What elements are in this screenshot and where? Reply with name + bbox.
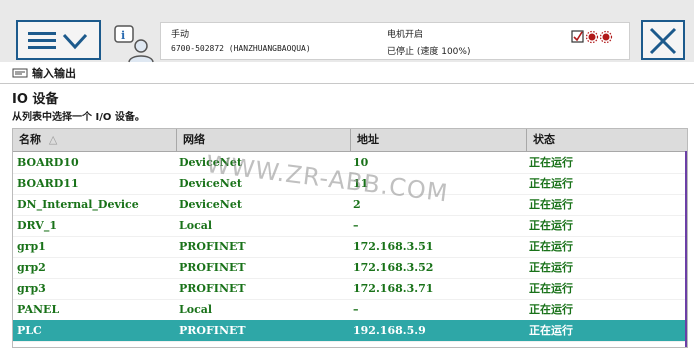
address-cell: 10 (353, 156, 369, 169)
address-cell: 11 (353, 177, 369, 190)
status-panel[interactable]: 手动 6700-502872 (HANZHUANGBAOQUA) 电机开启 已停… (160, 22, 630, 60)
hamburger-chevron-icon (28, 32, 88, 50)
column-header-network[interactable]: 网络 (177, 129, 351, 151)
network-cell: Local (179, 219, 213, 232)
status-cell: 正在运行 (529, 177, 573, 190)
table-row[interactable]: PANEL Local – 正在运行 (13, 299, 685, 321)
io-window-icon (12, 68, 28, 78)
address-cell: – (353, 303, 359, 316)
status-cell: 正在运行 (529, 219, 573, 232)
column-header-status[interactable]: 状态 (527, 129, 687, 151)
device-name-cell: PANEL (17, 303, 60, 316)
device-name-cell: DN_Internal_Device (17, 198, 139, 211)
address-cell: 192.168.5.9 (353, 324, 426, 337)
table-row[interactable]: DN_Internal_Device DeviceNet 2 正在运行 (13, 194, 685, 216)
network-cell: PROFINET (179, 261, 246, 274)
system-name: 6700-502872 (HANZHUANGBAOQUA) (171, 44, 311, 53)
program-state: 已停止 (速度 100%) (387, 47, 471, 57)
table-row[interactable]: PLC PROFINET 192.168.5.9 正在运行 (13, 320, 685, 342)
device-name-cell: grp3 (17, 282, 46, 295)
window-title: 输入输出 (12, 64, 76, 82)
address-cell: – (353, 219, 359, 232)
main-menu-button[interactable] (16, 20, 101, 60)
window-title-label: 输入输出 (32, 67, 76, 80)
address-cell: 2 (353, 198, 361, 211)
device-name-cell: PLC (17, 324, 42, 337)
table-row[interactable]: BOARD10 DeviceNet 10 正在运行 (13, 152, 685, 174)
table-row[interactable]: BOARD11 DeviceNet 11 正在运行 (13, 173, 685, 195)
vertical-scrollbar[interactable] (685, 151, 687, 347)
motor-state: 电机开启 (387, 30, 424, 40)
network-cell: DeviceNet (179, 177, 242, 190)
table-row[interactable]: DRV_1 Local – 正在运行 (13, 215, 685, 237)
table-row[interactable]: grp3 PROFINET 172.168.3.71 正在运行 (13, 278, 685, 300)
status-cell: 正在运行 (529, 198, 573, 211)
table-row[interactable]: grp2 PROFINET 172.168.3.52 正在运行 (13, 257, 685, 279)
status-cell: 正在运行 (529, 282, 573, 295)
column-header-address[interactable]: 地址 (351, 129, 527, 151)
status-cell: 正在运行 (529, 240, 573, 253)
status-cell: 正在运行 (529, 303, 573, 316)
table-header: 名称 △ 网络 地址 状态 (13, 129, 687, 152)
column-header-name[interactable]: 名称 △ (13, 129, 177, 151)
network-cell: PROFINET (179, 324, 246, 337)
robot-info-icon[interactable]: i (113, 24, 155, 64)
address-cell: 172.168.3.71 (353, 282, 434, 295)
address-cell: 172.168.3.52 (353, 261, 434, 274)
table-row[interactable]: grp1 PROFINET 172.168.3.51 正在运行 (13, 236, 685, 258)
device-name-cell: BOARD11 (17, 177, 79, 190)
status-cell: 正在运行 (529, 261, 573, 274)
divider (0, 83, 694, 84)
network-cell: PROFINET (179, 282, 246, 295)
svg-text:i: i (121, 29, 125, 42)
operating-mode: 手动 (171, 30, 190, 40)
network-cell: DeviceNet (179, 198, 242, 211)
network-cell: PROFINET (179, 240, 246, 253)
sort-ascending-icon: △ (48, 133, 58, 146)
device-name-cell: BOARD10 (17, 156, 79, 169)
status-cell: 正在运行 (529, 324, 573, 337)
close-button[interactable] (641, 20, 685, 60)
top-status-bar: i 手动 6700-502872 (HANZHUANGBAOQUA) 电机开启 … (0, 0, 694, 64)
page-title: IO 设备 (12, 92, 59, 107)
device-name-cell: DRV_1 (17, 219, 57, 232)
close-icon (649, 27, 677, 55)
device-name-cell: grp1 (17, 240, 46, 253)
address-cell: 172.168.3.51 (353, 240, 434, 253)
status-flags-icon (571, 30, 613, 44)
device-name-cell: grp2 (17, 261, 46, 274)
network-cell: Local (179, 303, 213, 316)
network-cell: DeviceNet (179, 156, 242, 169)
page-subtitle: 从列表中选择一个 I/O 设备。 (12, 112, 145, 123)
status-cell: 正在运行 (529, 156, 573, 169)
io-device-table: 名称 △ 网络 地址 状态 BOARD10 DeviceNet 10 正在运行 BOAR… (12, 128, 688, 348)
